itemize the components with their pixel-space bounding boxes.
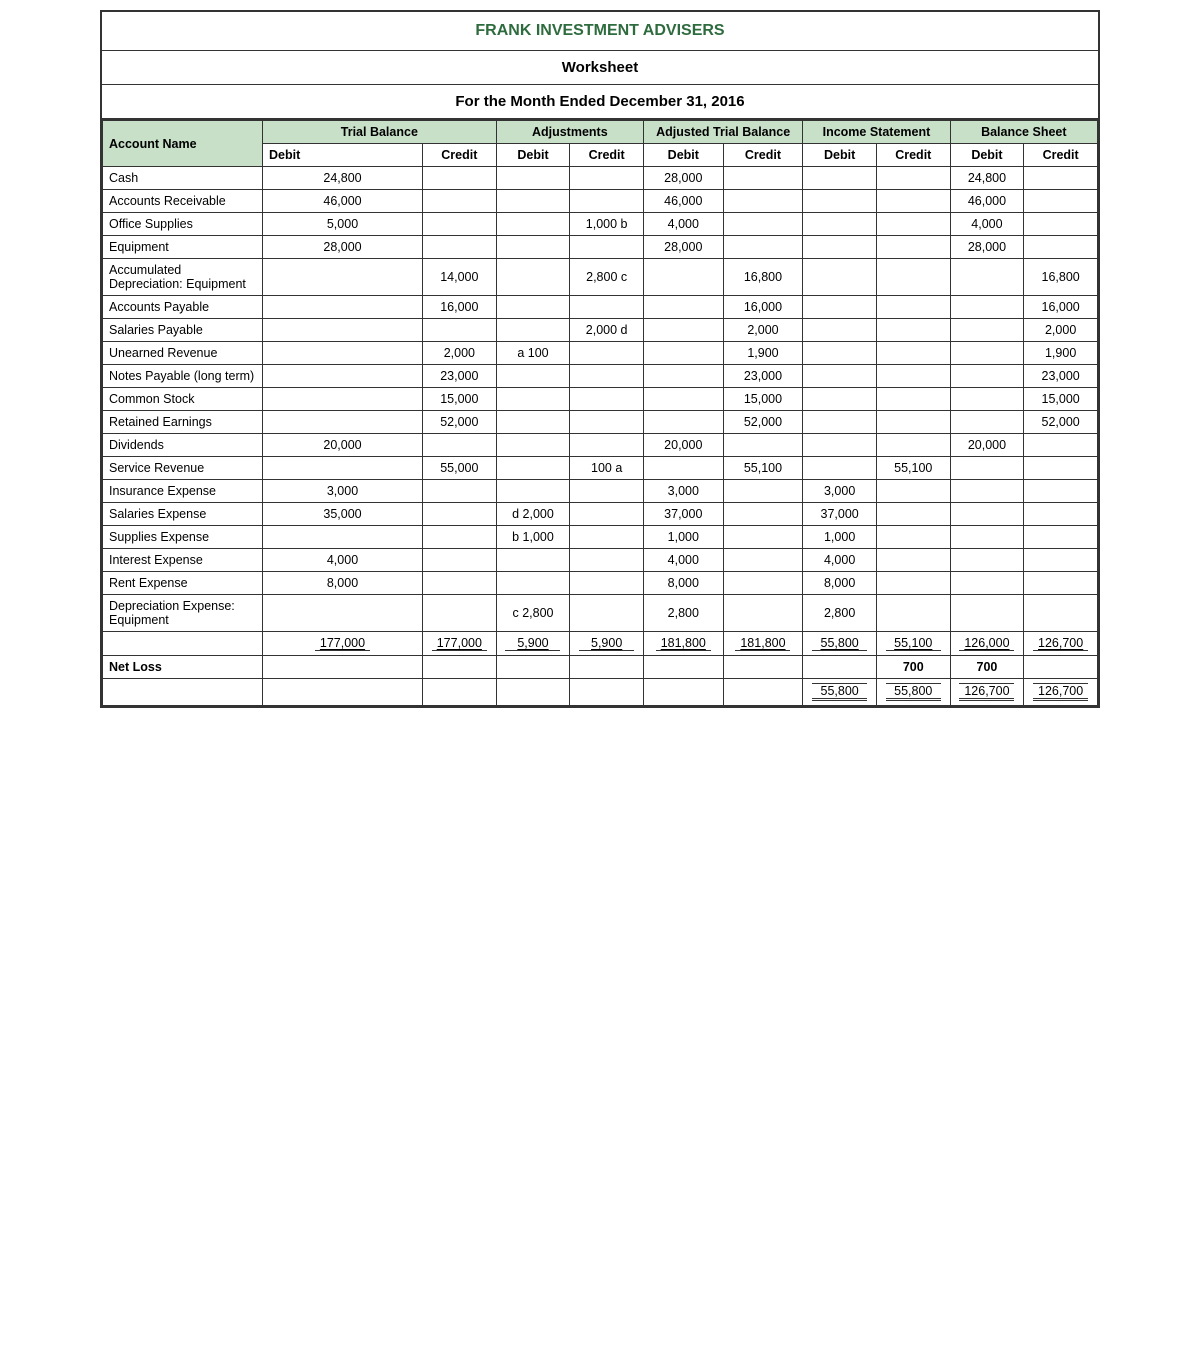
account-name-header: Account Name [103, 121, 263, 167]
table-row: Retained Earnings52,00052,00052,000 [103, 411, 1098, 434]
table-row: Rent Expense8,0008,0008,000 [103, 572, 1098, 595]
is-credit-header: Credit [876, 144, 950, 167]
table-row: Salaries Expense35,000d 2,00037,00037,00… [103, 503, 1098, 526]
table-row: Insurance Expense3,0003,0003,000 [103, 480, 1098, 503]
worksheet-title: Worksheet [102, 51, 1098, 85]
table-row: Cash24,80028,00024,800 [103, 167, 1098, 190]
table-row: Supplies Expenseb 1,0001,0001,000 [103, 526, 1098, 549]
table-row: Accumulated Depreciation: Equipment14,00… [103, 259, 1098, 296]
atb-credit-header: Credit [723, 144, 803, 167]
worksheet-table: Account Name Trial Balance Adjustments A… [102, 120, 1098, 706]
table-row: Dividends20,00020,00020,000 [103, 434, 1098, 457]
atb-debit-header: Debit [643, 144, 723, 167]
balance-sheet-header: Balance Sheet [950, 121, 1097, 144]
is-debit-header: Debit [803, 144, 877, 167]
trial-balance-header: Trial Balance [263, 121, 497, 144]
bs-credit-header: Credit [1024, 144, 1098, 167]
period-title: For the Month Ended December 31, 2016 [102, 85, 1098, 120]
adjustments-header: Adjustments [496, 121, 643, 144]
table-row: Accounts Payable16,00016,00016,000 [103, 296, 1098, 319]
tb-debit-header: Debit [263, 144, 423, 167]
table-row: Notes Payable (long term)23,00023,00023,… [103, 365, 1098, 388]
company-name: FRANK INVESTMENT ADVISERS [102, 12, 1098, 51]
worksheet-container: FRANK INVESTMENT ADVISERS Worksheet For … [100, 10, 1100, 708]
totals-row: 177,000177,0005,9005,900181,800181,80055… [103, 632, 1098, 656]
adj-credit-header: Credit [570, 144, 644, 167]
table-row: Equipment28,00028,00028,000 [103, 236, 1098, 259]
final-totals-row: 55,80055,800126,700126,700 [103, 679, 1098, 706]
net-loss-row: Net Loss700700 [103, 656, 1098, 679]
table-row: Accounts Receivable46,00046,00046,000 [103, 190, 1098, 213]
income-statement-header: Income Statement [803, 121, 950, 144]
table-row: Depreciation Expense: Equipmentc 2,8002,… [103, 595, 1098, 632]
adjusted-trial-header: Adjusted Trial Balance [643, 121, 802, 144]
bs-debit-header: Debit [950, 144, 1024, 167]
table-row: Unearned Revenue2,000a 1001,9001,900 [103, 342, 1098, 365]
table-row: Common Stock15,00015,00015,000 [103, 388, 1098, 411]
tb-credit-header: Credit [423, 144, 497, 167]
table-row: Salaries Payable2,000 d2,0002,000 [103, 319, 1098, 342]
adj-debit-header: Debit [496, 144, 570, 167]
table-row: Office Supplies5,0001,000 b4,0004,000 [103, 213, 1098, 236]
table-row: Service Revenue55,000100 a55,10055,100 [103, 457, 1098, 480]
table-row: Interest Expense4,0004,0004,000 [103, 549, 1098, 572]
